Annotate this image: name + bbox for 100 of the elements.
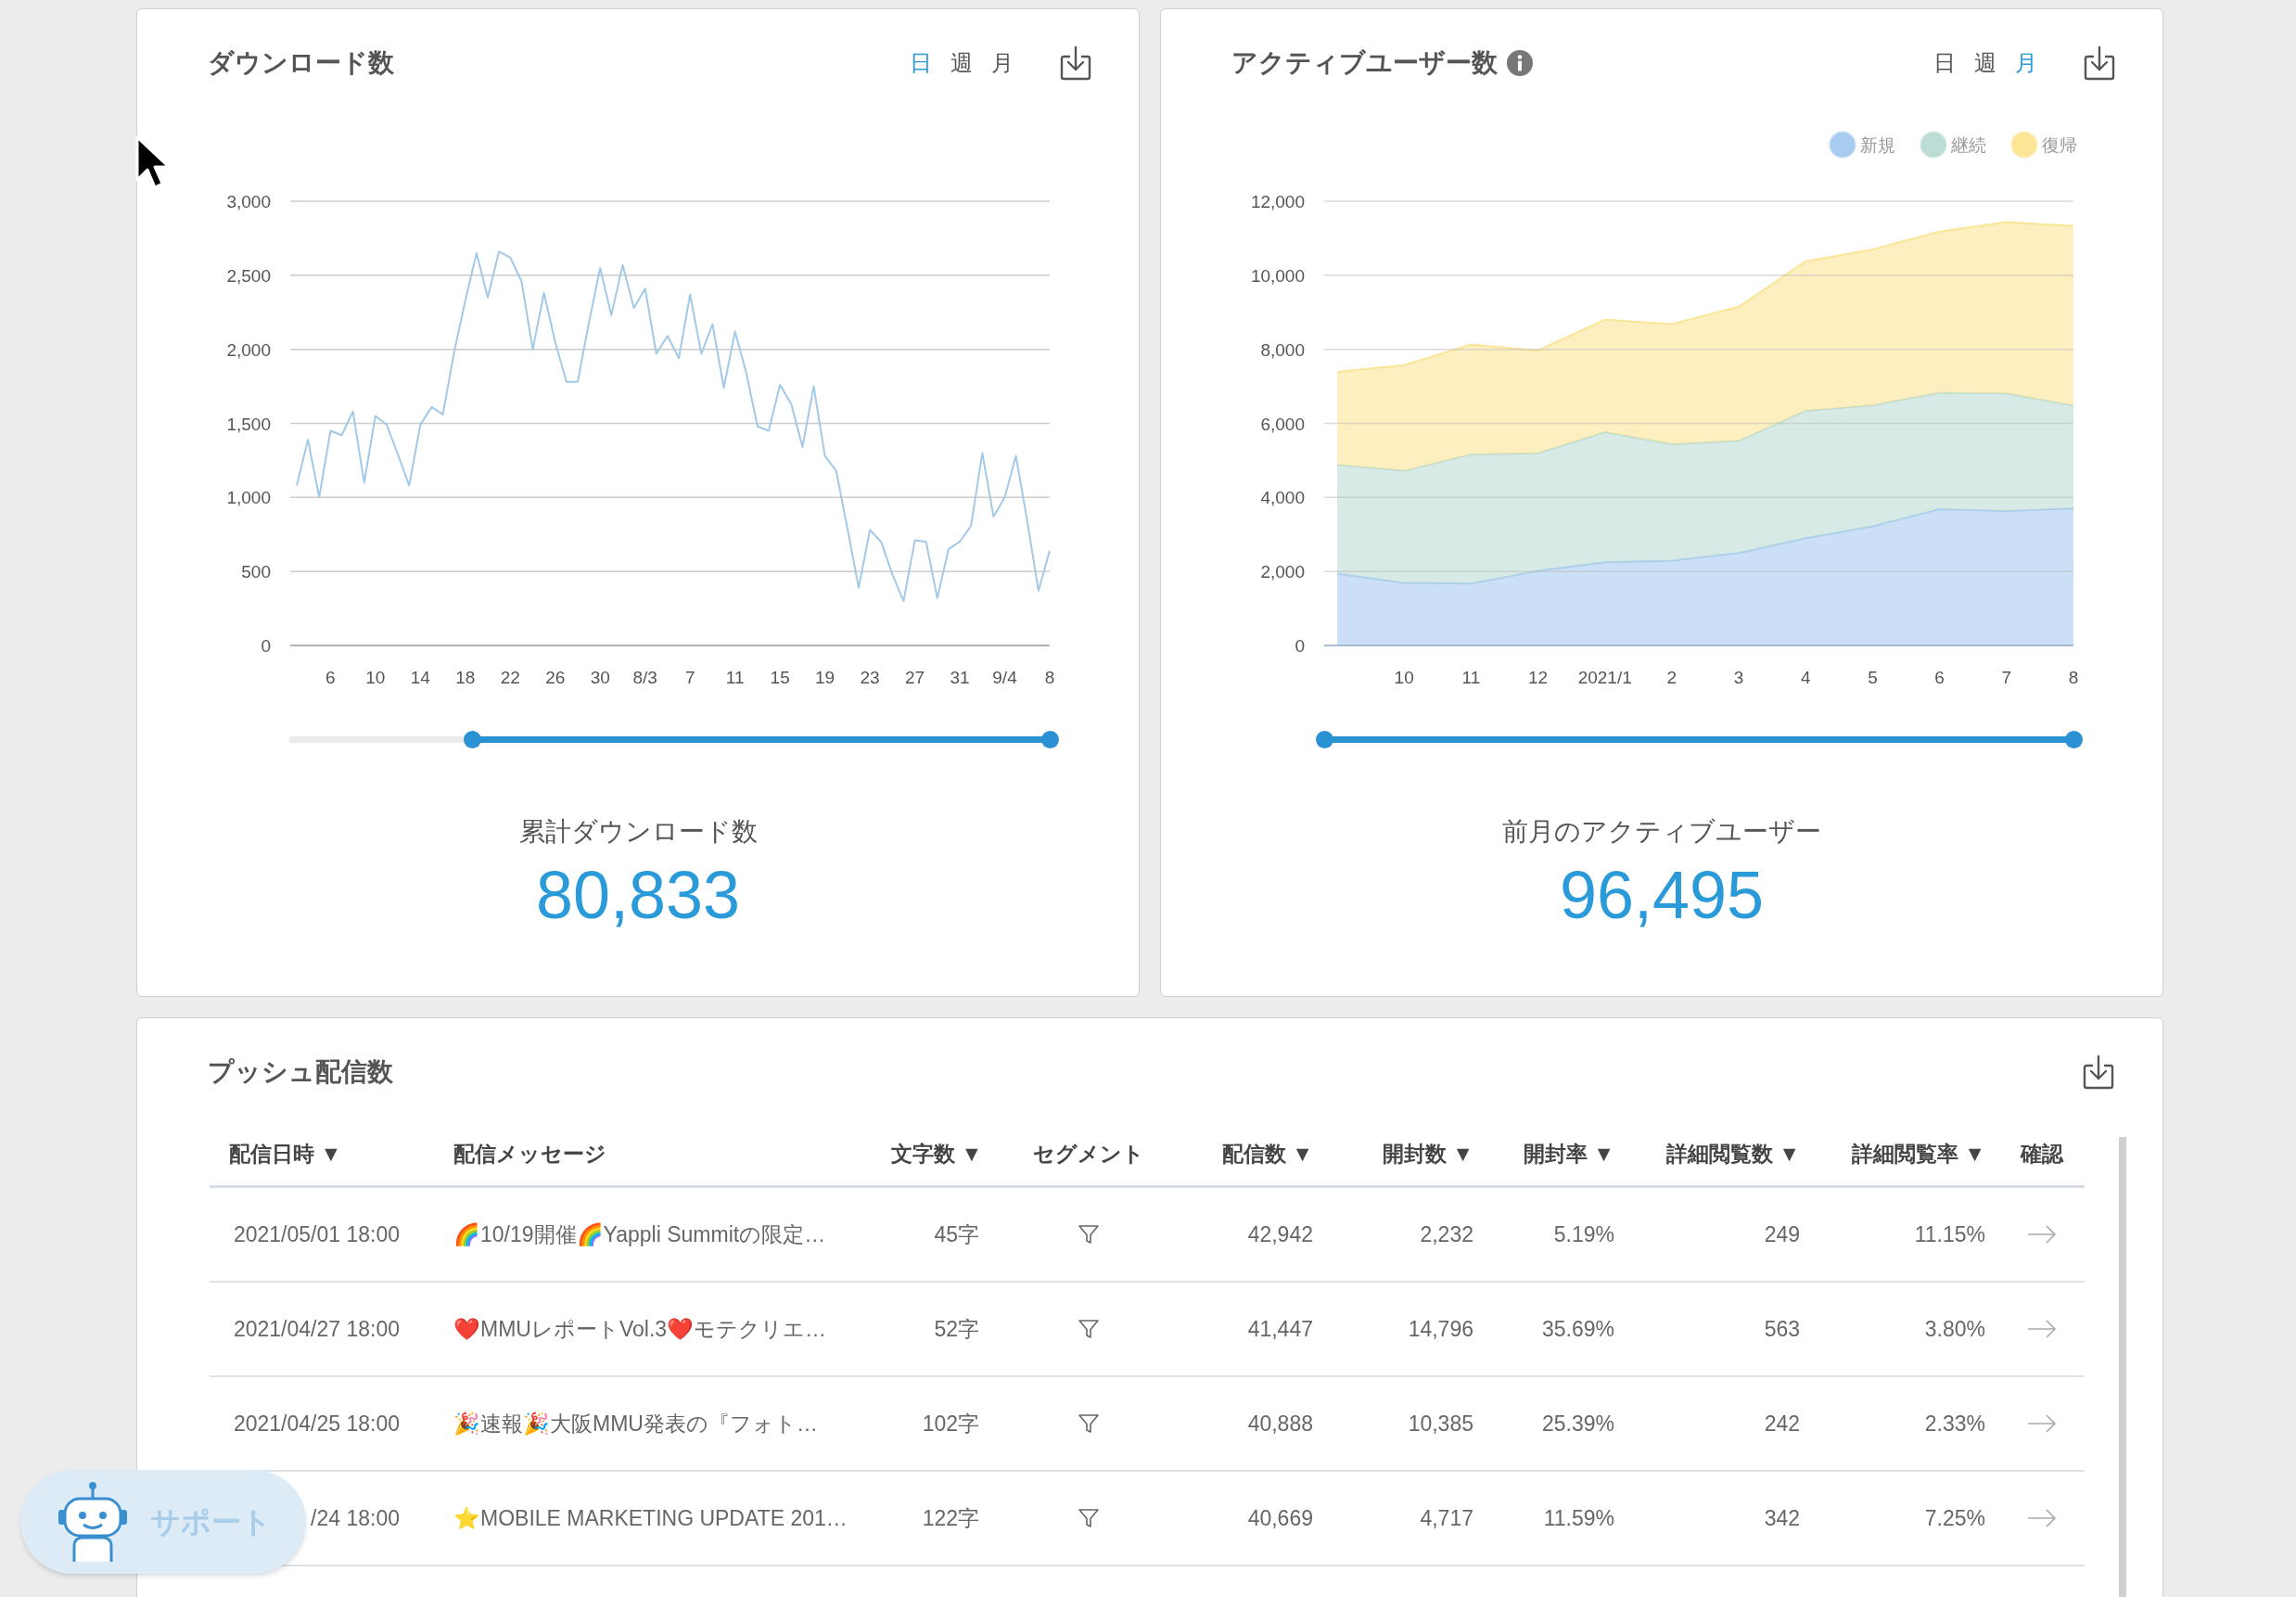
download-icon[interactable] xyxy=(2082,1054,2115,1090)
legend-dot[interactable] xyxy=(1920,131,1947,159)
axis-label: 2 xyxy=(1666,668,1677,686)
axis-label: 6 xyxy=(325,668,336,686)
table-cell: 242 xyxy=(1764,1411,1800,1436)
arrow-right-icon[interactable] xyxy=(2027,1508,2057,1528)
column-header[interactable]: 配信数 ▼ xyxy=(1184,1138,1327,1170)
summary-value: 80,833 xyxy=(534,858,742,932)
axis-label: 12 xyxy=(1528,668,1549,686)
axis-label: 2021/1 xyxy=(1577,668,1632,686)
table-cell: 10,385 xyxy=(1408,1411,1473,1436)
axis-label: 9/4 xyxy=(992,668,1017,686)
message-cell: 🎉速報🎉大阪MMU発表の『フォト… xyxy=(453,1411,818,1436)
axis-label: 500 xyxy=(241,562,271,582)
period-tab[interactable]: 週 xyxy=(950,48,974,78)
summary-value: 96,495 xyxy=(1558,858,1766,932)
filter-icon[interactable] xyxy=(1078,1412,1100,1435)
arrow-right-icon[interactable] xyxy=(2027,1319,2057,1339)
table-cell: 40,669 xyxy=(1247,1505,1313,1530)
table-cell: 25.39% xyxy=(1542,1411,1614,1436)
axis-label: 11 xyxy=(1461,668,1481,686)
legend-dot[interactable] xyxy=(1829,131,1856,159)
table-cell: /24 18:00 xyxy=(311,1505,400,1530)
message-cell: 🌈10/19開催🌈Yappli Summitの限定… xyxy=(453,1221,826,1246)
axis-label: 30 xyxy=(590,668,610,686)
column-header[interactable]: 配信日時 ▼ xyxy=(210,1138,437,1170)
axis-label: 8 xyxy=(1044,668,1055,686)
card-title: プッシュ配信数 xyxy=(208,1056,393,1088)
axis-label: 4,000 xyxy=(1260,488,1305,508)
axis-label: 15 xyxy=(770,668,790,686)
axis-label: 3,000 xyxy=(226,192,271,211)
column-header[interactable]: セグメント xyxy=(993,1138,1184,1170)
axis-label: 27 xyxy=(905,668,925,686)
axis-label: 0 xyxy=(1295,636,1305,656)
column-header[interactable]: 配信メッセージ xyxy=(437,1138,891,1170)
axis-label: 5 xyxy=(1868,668,1878,686)
period-tab[interactable]: 月 xyxy=(990,48,1014,78)
axis-label: 1,000 xyxy=(226,488,271,508)
axis-label: 3 xyxy=(1733,668,1744,686)
column-header[interactable]: 詳細閲覧率 ▼ xyxy=(1814,1138,1999,1170)
arrow-right-icon[interactable] xyxy=(2027,1413,2057,1434)
table-cell: 249 xyxy=(1764,1221,1800,1246)
table-cell: 45字 xyxy=(934,1221,979,1246)
axis-label: 26 xyxy=(545,668,566,686)
table-cell: 102字 xyxy=(922,1411,979,1436)
slider-handle[interactable] xyxy=(463,731,481,748)
table-cell: 14,796 xyxy=(1408,1316,1473,1341)
arrow-right-icon[interactable] xyxy=(2027,1224,2057,1245)
axis-label: 18 xyxy=(455,668,476,686)
column-header[interactable]: 詳細閲覧数 ▼ xyxy=(1628,1138,1814,1170)
table-cell: 11.15% xyxy=(1914,1221,1985,1246)
slider-handle[interactable] xyxy=(1316,731,1333,748)
table-cell: 35.69% xyxy=(1542,1316,1614,1341)
table-cell: 2.33% xyxy=(1924,1411,1985,1436)
table-cell: 41,447 xyxy=(1247,1316,1313,1341)
info-icon[interactable] xyxy=(1507,50,1533,76)
axis-label: 22 xyxy=(500,668,520,686)
axis-label: 4 xyxy=(1801,668,1811,686)
message-cell: ❤MMUレポートVol.3❤モテクリエ… xyxy=(453,1316,827,1341)
table-cell: 2021/05/01 18:00 xyxy=(233,1221,400,1246)
summary-label: 前月のアクティブユーザー xyxy=(1501,816,1822,848)
filter-icon[interactable] xyxy=(1078,1318,1100,1340)
table-cell: 5.19% xyxy=(1553,1221,1614,1246)
column-header[interactable]: 開封率 ▼ xyxy=(1487,1138,1628,1170)
filter-icon[interactable] xyxy=(1078,1507,1100,1529)
slider-handle[interactable] xyxy=(1041,731,1059,748)
column-header[interactable]: 開封数 ▼ xyxy=(1327,1138,1487,1170)
axis-label: 31 xyxy=(950,668,970,686)
axis-label: 2,000 xyxy=(1260,562,1305,582)
table-cell: 342 xyxy=(1764,1505,1800,1530)
card-title: アクティブユーザー数 xyxy=(1231,47,1498,79)
scrollbar[interactable] xyxy=(2119,1137,2126,1597)
period-tab[interactable]: 週 xyxy=(1973,48,1997,78)
legend-dot[interactable] xyxy=(2010,131,2038,159)
axis-label: 8 xyxy=(2068,668,2079,686)
period-tab[interactable]: 日 xyxy=(1932,48,1957,78)
download-icon[interactable] xyxy=(1059,45,1092,81)
filter-icon[interactable] xyxy=(1078,1223,1100,1246)
table-cell: 52字 xyxy=(934,1316,979,1341)
axis-label: 6 xyxy=(1934,668,1945,686)
axis-label: 10 xyxy=(365,668,386,686)
column-header[interactable]: 文字数 ▼ xyxy=(891,1138,993,1170)
table-cell: 7.25% xyxy=(1924,1505,1985,1530)
axis-label: 11 xyxy=(725,668,745,686)
axis-label: 0 xyxy=(261,636,271,656)
axis-label: 10,000 xyxy=(1250,265,1305,286)
table-cell: 3.80% xyxy=(1924,1316,1985,1341)
column-header[interactable]: 確認 xyxy=(1999,1138,2085,1170)
axis-label: 7 xyxy=(684,668,695,686)
axis-label: 10 xyxy=(1394,668,1414,686)
message-cell: ⭐MOBILE MARKETING UPDATE 201… xyxy=(453,1505,848,1530)
table-cell: 2021/04/25 18:00 xyxy=(233,1411,400,1436)
axis-label: 2,000 xyxy=(226,339,271,360)
robot-icon xyxy=(56,1480,130,1564)
slider-handle[interactable] xyxy=(2065,731,2083,748)
table-cell: 42,942 xyxy=(1247,1221,1313,1246)
download-icon[interactable] xyxy=(2083,45,2116,81)
table-cell: 122字 xyxy=(922,1505,979,1530)
axis-label: 12,000 xyxy=(1250,192,1305,211)
axis-label: 14 xyxy=(410,668,430,686)
